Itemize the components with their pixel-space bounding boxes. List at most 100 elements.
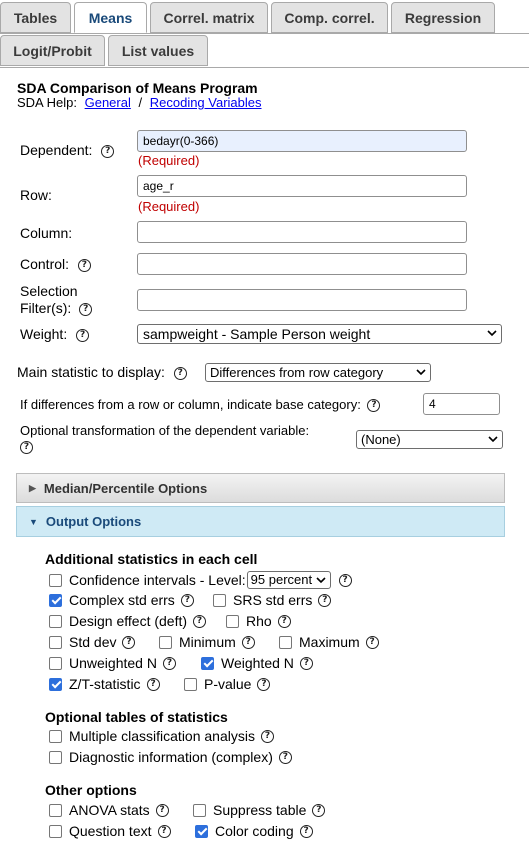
p-value-label: P-value [204,676,252,692]
help-icon[interactable]: ? [76,328,90,342]
srs-std-errs-label: SRS std errs [233,592,313,608]
help-icon[interactable]: ? [367,399,381,413]
unweighted-n-checkbox[interactable] [49,656,62,670]
chevron-down-icon [488,436,498,443]
base-category-label-text: If differences from a row or column, ind… [20,397,361,412]
help-icon[interactable]: ? [318,593,332,607]
help-icon[interactable]: ? [338,573,352,587]
transform-select[interactable]: (None) [356,430,503,449]
suppress-table-label: Suppress table [213,802,307,818]
tab-tables[interactable]: Tables [0,2,71,33]
anova-label: ANOVA stats [69,802,150,818]
column-input[interactable] [137,221,467,243]
ci-checkbox[interactable] [49,573,62,587]
maximum-label: Maximum [299,634,360,650]
other-options-heading: Other options [45,782,137,798]
tab-comp-correl[interactable]: Comp. correl. [271,2,388,33]
minimum-checkbox[interactable] [159,635,172,649]
suppress-table-checkbox[interactable] [193,803,206,817]
help-icon[interactable]: ? [173,366,187,380]
anova-option: ANOVA stats ? [49,802,169,818]
dependent-input[interactable]: bedayr(0-366) [137,130,467,152]
caret-right-icon: ▶ [29,482,36,493]
complex-std-errs-label: Complex std errs [69,592,175,608]
median-percentile-panel-toggle[interactable]: ▶ Median/Percentile Options [16,473,505,503]
tab-divider [0,33,529,34]
design-effect-checkbox[interactable] [49,614,62,628]
maximum-option: Maximum ? [279,634,379,650]
help-icon[interactable]: ? [193,614,207,628]
help-recoding-link[interactable]: Recoding Variables [150,95,262,110]
help-icon[interactable]: ? [162,656,176,670]
minimum-option: Minimum ? [159,634,255,650]
weighted-n-checkbox[interactable] [201,656,214,670]
help-icon[interactable]: ? [122,635,136,649]
help-icon[interactable]: ? [157,824,171,838]
ci-level-select[interactable]: 95 percent [246,571,331,589]
weight-label-text: Weight: [20,326,68,342]
chevron-down-icon [487,330,497,337]
help-icon[interactable]: ? [79,302,93,316]
dependent-label-text: Dependent: [20,142,93,158]
optional-tables-heading: Optional tables of statistics [45,709,228,725]
help-icon[interactable]: ? [299,656,313,670]
p-value-checkbox[interactable] [184,677,197,691]
question-text-checkbox[interactable] [49,824,62,838]
anova-checkbox[interactable] [49,803,62,817]
weighted-n-label: Weighted N [221,655,294,671]
tab-correl-matrix[interactable]: Correl. matrix [150,2,268,33]
help-icon[interactable]: ? [20,441,33,455]
help-links: SDA Help: General / Recoding Variables [17,95,262,110]
help-icon[interactable]: ? [312,803,326,817]
base-category-input[interactable]: 4 [423,393,500,415]
help-icon[interactable]: ? [277,614,291,628]
filter-label: Selection Filter(s): ? [20,283,93,317]
dependent-label: Dependent: ? [20,142,115,158]
control-input[interactable] [137,253,467,275]
z-t-statistic-checkbox[interactable] [49,677,62,691]
help-icon[interactable]: ? [365,635,379,649]
help-icon[interactable]: ? [155,803,169,817]
main-stat-select[interactable]: Differences from row category [205,363,431,382]
mca-checkbox[interactable] [49,729,62,743]
help-icon[interactable]: ? [299,824,313,838]
minimum-label: Minimum [179,634,236,650]
tab-regression[interactable]: Regression [391,2,495,33]
z-t-statistic-label: Z/T-statistic [69,676,141,692]
output-options-label: Output Options [45,514,142,529]
row-input[interactable]: age_r [137,175,467,197]
color-coding-checkbox[interactable] [195,824,208,838]
control-label: Control: ? [20,256,91,272]
tab-list-values[interactable]: List values [108,35,208,66]
help-icon[interactable]: ? [260,729,274,743]
weighted-n-option: Weighted N ? [201,655,313,671]
rho-checkbox[interactable] [226,614,239,628]
suppress-table-option: Suppress table ? [193,802,326,818]
main-stat-select-value: Differences from row category [210,365,384,380]
ci-level-value: 95 percent [250,572,313,587]
z-t-statistic-option: Z/T-statistic ? [49,676,160,692]
p-value-option: P-value ? [184,676,271,692]
output-options-panel-toggle[interactable]: ▼ Output Options [16,506,505,537]
help-icon[interactable]: ? [77,258,91,272]
help-icon[interactable]: ? [257,677,271,691]
help-icon[interactable]: ? [180,593,194,607]
tab-logit-probit[interactable]: Logit/Probit [0,35,105,66]
complex-std-errs-checkbox[interactable] [49,593,62,607]
chevron-down-icon [316,577,326,584]
main-stat-label: Main statistic to display: ? [17,364,187,380]
filter-input[interactable] [137,289,467,311]
diagnostic-checkbox[interactable] [49,750,62,764]
srs-std-errs-checkbox[interactable] [213,593,226,607]
rho-option: Rho ? [226,613,291,629]
std-dev-checkbox[interactable] [49,635,62,649]
row-label: Row: [20,187,52,203]
help-general-link[interactable]: General [85,95,131,110]
help-icon[interactable]: ? [278,750,292,764]
maximum-checkbox[interactable] [279,635,292,649]
help-icon[interactable]: ? [101,144,115,158]
tab-means[interactable]: Means [74,2,147,33]
help-icon[interactable]: ? [146,677,160,691]
weight-select[interactable]: sampweight - Sample Person weight [137,324,502,344]
help-icon[interactable]: ? [241,635,255,649]
